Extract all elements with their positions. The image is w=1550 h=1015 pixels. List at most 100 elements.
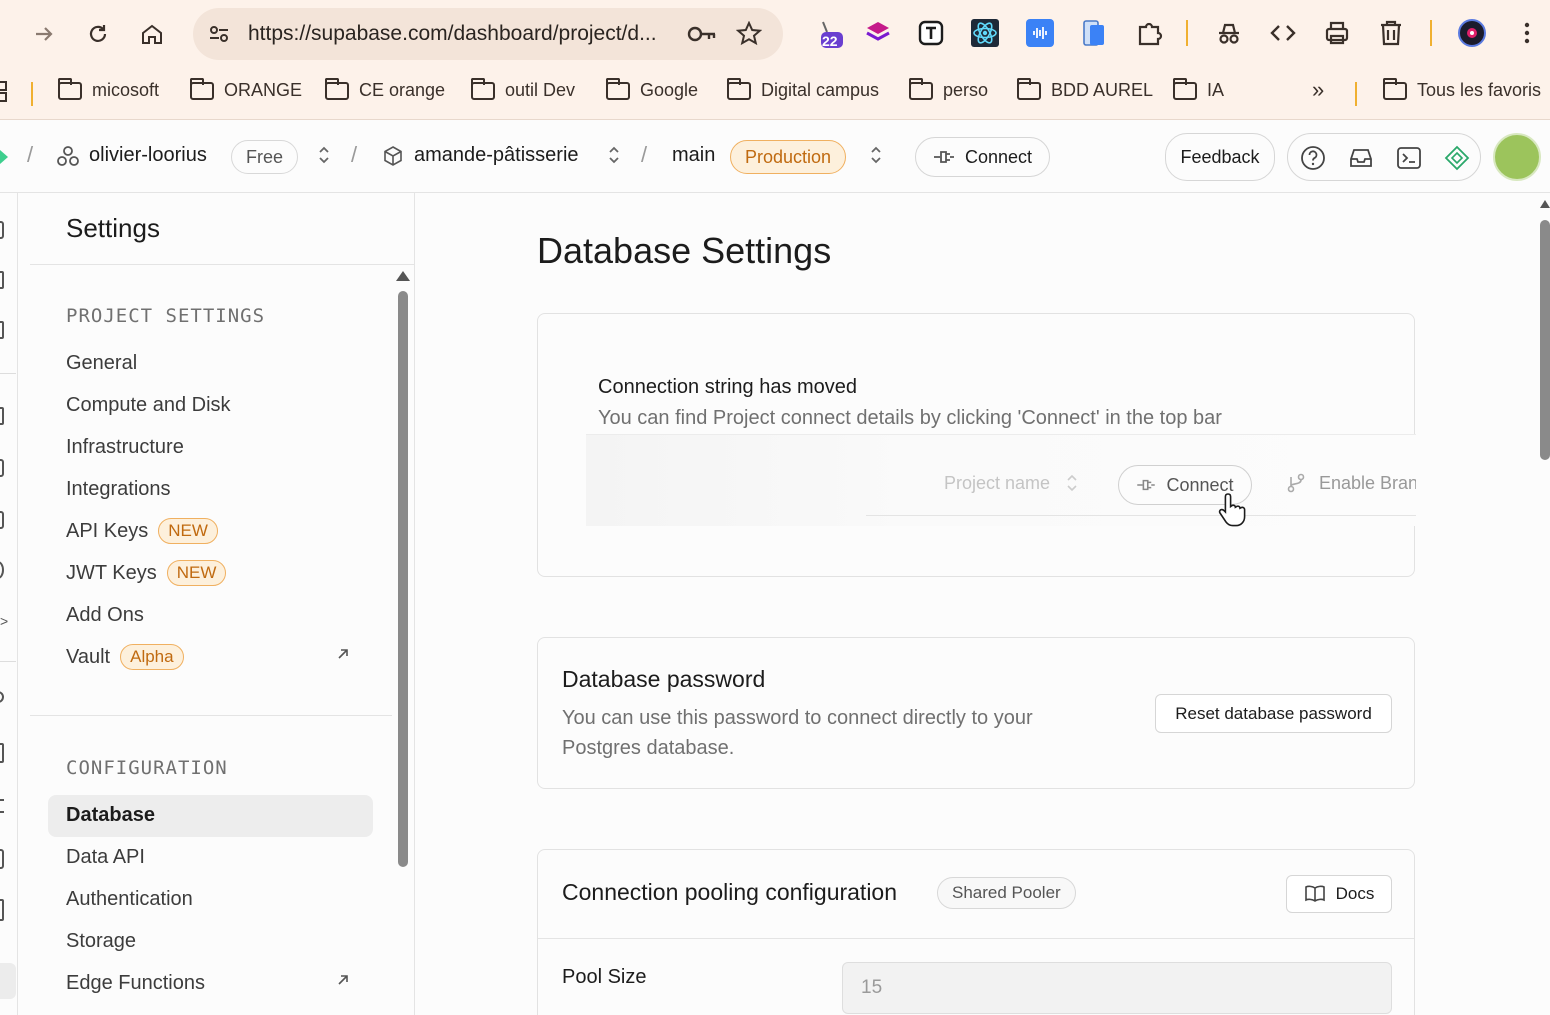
project-selector[interactable]: amande-pâtisserie [382, 144, 579, 167]
bookmark-folder[interactable]: ORANGE [190, 77, 303, 101]
bookmark-folder[interactable]: Digital campus [727, 77, 879, 101]
sidebar-item-infrastructure[interactable]: Infrastructure [66, 430, 184, 464]
folder-icon [325, 77, 349, 100]
branch-switcher-chevron-icon[interactable] [869, 144, 883, 168]
incognito-icon[interactable] [1214, 18, 1244, 48]
password-key-icon[interactable] [687, 22, 717, 51]
reports-nav-icon[interactable] [0, 743, 4, 763]
reset-database-password-button[interactable]: Reset database password [1155, 694, 1392, 733]
sidebar-item-compute-and-disk[interactable]: Compute and Disk [66, 388, 231, 422]
apps-grid-icon[interactable] [0, 80, 10, 109]
bookmark-label: Google [640, 80, 699, 100]
auth-nav-icon[interactable] [0, 459, 4, 477]
new-badge: NEW [166, 560, 227, 586]
functions-nav-icon[interactable]: > [0, 613, 8, 629]
org-selector[interactable]: olivier-loorius [57, 144, 207, 167]
sidebar-item-vault[interactable]: Vault Alpha [66, 640, 184, 674]
sidebar-item-label: Storage [66, 929, 137, 952]
bookmark-folder[interactable]: CE orange [325, 77, 445, 101]
shared-pooler-badge: Shared Pooler [937, 877, 1076, 909]
url-text[interactable]: https://supabase.com/dashboard/project/d… [248, 22, 668, 46]
project-box-icon [384, 145, 402, 166]
more-menu-icon[interactable] [1512, 18, 1542, 48]
bookmark-label: micosoft [92, 80, 160, 100]
site-settings-icon[interactable] [207, 22, 231, 51]
database-password-text: You can use this password to connect dir… [562, 707, 1033, 759]
assistant-diamond-icon[interactable] [1444, 145, 1470, 176]
connection-pooling-card: Connection pooling configuration Shared … [537, 849, 1415, 1015]
preview-enable-branching: Enable Bran [1319, 473, 1416, 493]
sidebar-item-label: Add Ons [66, 603, 144, 626]
sidebar-item-storage[interactable]: Storage [66, 924, 136, 958]
audio-extension-icon[interactable] [1025, 18, 1055, 48]
more-bookmarks-button[interactable]: » [1312, 77, 1324, 103]
sidebar-item-integrations[interactable]: Integrations [66, 472, 171, 506]
connect-button[interactable]: Connect [915, 137, 1050, 177]
table-editor-icon[interactable] [0, 271, 4, 289]
terminal-icon[interactable] [1396, 145, 1422, 176]
text-extension-icon[interactable] [916, 18, 946, 48]
realtime-nav-icon[interactable] [0, 561, 4, 579]
home-nav-icon[interactable] [0, 221, 4, 239]
sidebar-item-api-keys[interactable]: API Keys NEW [66, 514, 218, 548]
logs-nav-icon[interactable] [0, 799, 4, 813]
new-badge: NEW [158, 518, 218, 544]
branch-name[interactable]: main [672, 144, 715, 167]
bookmark-folder[interactable]: BDD AUREL [1017, 77, 1153, 101]
sidebar-item-database[interactable]: Database [66, 798, 155, 832]
bookmark-folder[interactable]: perso [909, 77, 988, 101]
stack-extension-icon[interactable] [863, 18, 893, 48]
notification-extension-icon[interactable]: 22 [815, 18, 845, 49]
page-title: Database Settings [537, 230, 832, 271]
extensions-puzzle-icon[interactable] [1134, 18, 1164, 48]
bookmark-folder[interactable]: micosoft [58, 77, 160, 101]
bookmark-star-icon[interactable] [735, 20, 763, 52]
supabase-logo-icon[interactable] [0, 150, 8, 164]
scroll-up-arrow[interactable] [396, 271, 410, 281]
integrations-nav-icon[interactable] [0, 899, 4, 921]
home-icon[interactable] [134, 16, 170, 52]
inbox-icon[interactable] [1348, 145, 1374, 176]
page-scrollbar[interactable] [1540, 220, 1550, 460]
sidebar-item-edge-functions[interactable]: Edge Functions [66, 966, 205, 1000]
profile-icon[interactable] [1457, 18, 1487, 48]
sidebar-item-add-ons[interactable]: Add Ons [66, 598, 144, 632]
sql-editor-icon[interactable] [0, 321, 4, 339]
project-switcher-chevron-icon[interactable] [607, 144, 621, 168]
bookmark-folder[interactable]: outil Dev [471, 77, 575, 101]
forward-icon[interactable] [26, 16, 62, 52]
user-avatar[interactable] [1493, 133, 1541, 181]
sidebar-item-general[interactable]: General [66, 346, 137, 380]
sidebar-item-authentication[interactable]: Authentication [66, 882, 193, 916]
settings-nav-icon[interactable] [0, 963, 16, 999]
feedback-button[interactable]: Feedback [1165, 133, 1275, 181]
react-devtools-icon[interactable] [970, 18, 1000, 48]
sidebar-scrollbar[interactable] [398, 291, 408, 867]
pool-size-input[interactable]: 15 [842, 962, 1392, 1014]
database-password-card: Database password You can use this passw… [537, 637, 1415, 789]
address-bar[interactable]: https://supabase.com/dashboard/project/d… [193, 8, 783, 60]
trash-icon[interactable] [1376, 18, 1406, 48]
bookmark-folder[interactable]: Google [606, 77, 699, 101]
docs-button[interactable]: Docs [1286, 875, 1392, 913]
database-nav-icon[interactable] [0, 407, 4, 425]
page-scroll-up-arrow[interactable] [1540, 200, 1550, 208]
folder-icon [909, 77, 933, 100]
sidebar-section-divider [30, 715, 392, 716]
alpha-badge: Alpha [120, 644, 184, 670]
mobile-view-extension-icon[interactable] [1079, 18, 1109, 48]
bookmark-folder[interactable]: IA [1173, 77, 1224, 101]
print-icon[interactable] [1322, 18, 1352, 48]
bookmark-label: ORANGE [224, 80, 303, 100]
storage-nav-icon[interactable] [0, 511, 4, 529]
sidebar-item-data-api[interactable]: Data API [66, 840, 145, 874]
advisors-nav-icon[interactable] [0, 691, 4, 703]
sidebar-item-jwt-keys[interactable]: JWT Keys NEW [66, 556, 227, 590]
code-icon[interactable] [1268, 18, 1298, 48]
settings-sidebar: Settings PROJECT SETTINGS General Comput… [30, 193, 415, 1015]
help-icon[interactable] [1300, 145, 1326, 176]
all-bookmarks-folder[interactable]: Tous les favoris [1383, 77, 1541, 101]
org-switcher-chevron-icon[interactable] [317, 144, 331, 168]
api-docs-nav-icon[interactable] [0, 849, 4, 869]
reload-icon[interactable] [80, 16, 116, 52]
